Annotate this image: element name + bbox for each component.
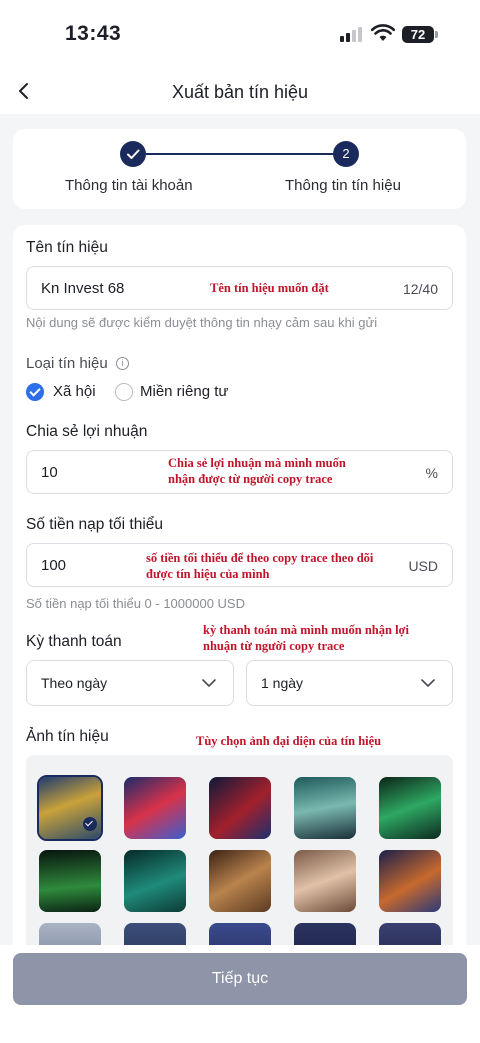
cellular-signal-icon: [340, 27, 362, 42]
profit-share-suffix: %: [425, 465, 438, 481]
signal-name-hint: Nội dung sẽ được kiểm duyệt thông tin nh…: [26, 315, 378, 330]
avatar-option[interactable]: [209, 850, 271, 912]
min-deposit-annotation: số tiền tối thiểu để theo copy trace the…: [146, 550, 373, 582]
step-2-label: Thông tin tín hiệu: [285, 177, 401, 194]
radio-social-label[interactable]: Xã hội: [53, 383, 96, 400]
min-deposit-hint: Số tiền nạp tối thiểu 0 - 1000000 USD: [26, 596, 245, 611]
info-icon[interactable]: i: [116, 357, 129, 370]
avatar-option[interactable]: [379, 850, 441, 912]
profit-share-label: Chia sẻ lợi nhuận: [26, 423, 148, 440]
avatar-option[interactable]: [294, 923, 356, 945]
step-1-label: Thông tin tài khoản: [65, 177, 193, 194]
period-interval-value: 1 ngày: [261, 675, 304, 691]
payment-period-annotation: kỳ thanh toán mà mình muốn nhận lợi nhuậ…: [203, 622, 409, 654]
page-title: Xuất bản tín hiệu: [171, 82, 309, 102]
payment-period-annotation-line2: nhuận từ người copy trace: [203, 639, 345, 653]
chevron-down-icon: [202, 679, 216, 687]
signal-name-value: Kn Invest 68: [41, 280, 125, 297]
progress-stepper: 2 Thông tin tài khoản Thông tin tín hiệu: [13, 129, 466, 209]
profit-share-value: 10: [41, 464, 58, 481]
min-deposit-annotation-line2: được tín hiệu của mình: [146, 567, 270, 581]
signal-name-annotation: Tên tín hiệu muốn đặt: [210, 281, 329, 295]
profit-share-annotation: Chia sẻ lợi nhuận mà mình muốn nhận được…: [168, 455, 346, 487]
avatar-option[interactable]: [294, 850, 356, 912]
payment-period-label: Kỳ thanh toán: [26, 633, 122, 650]
avatar-gallery: [26, 755, 453, 945]
min-deposit-value: 100: [41, 557, 67, 574]
avatar-option[interactable]: [39, 923, 101, 945]
profit-share-annotation-line2: nhận được từ người copy trace: [168, 472, 333, 486]
battery-icon: 72: [402, 26, 438, 43]
signal-name-label: Tên tín hiệu: [26, 239, 108, 256]
radio-private-label[interactable]: Miền riêng tư: [140, 383, 228, 400]
step-connector: [146, 153, 346, 155]
avatar-option[interactable]: [379, 777, 441, 839]
continue-button[interactable]: Tiếp tục: [13, 953, 467, 1005]
avatar-option[interactable]: [39, 850, 101, 912]
avatar-option[interactable]: [294, 777, 356, 839]
step-1-check-icon: [120, 141, 146, 167]
status-time: 13:43: [65, 22, 122, 45]
signal-name-counter: 12/40: [402, 281, 438, 297]
avatar-option[interactable]: [124, 850, 186, 912]
radio-private[interactable]: [115, 383, 133, 401]
radio-social[interactable]: [26, 383, 44, 401]
period-type-select[interactable]: Theo ngày: [26, 660, 234, 706]
status-bar: 13:43 72: [0, 0, 480, 70]
min-deposit-label: Số tiền nạp tối thiểu: [26, 516, 164, 533]
avatar-option[interactable]: [209, 777, 271, 839]
chevron-down-icon: [421, 679, 435, 687]
nav-bar: Xuất bản tín hiệu: [0, 70, 480, 114]
min-deposit-suffix: USD: [408, 558, 438, 574]
step-2-number: 2: [333, 141, 359, 167]
bottom-action-bar: Tiếp tục: [0, 945, 480, 1043]
avatar-option[interactable]: [379, 923, 441, 945]
wifi-icon: [371, 24, 395, 41]
avatar-option[interactable]: [124, 777, 186, 839]
selected-check-icon: [83, 817, 97, 831]
signal-image-label: Ảnh tín hiệu: [26, 728, 109, 745]
period-interval-select[interactable]: 1 ngày: [246, 660, 453, 706]
profit-share-annotation-line1: Chia sẻ lợi nhuận mà mình muốn: [168, 456, 346, 470]
signal-form: Tên tín hiệu Kn Invest 68 12/40 Tên tín …: [13, 225, 466, 945]
avatar-option[interactable]: [209, 923, 271, 945]
avatar-option[interactable]: [124, 923, 186, 945]
min-deposit-annotation-line1: số tiền tối thiểu để theo copy trace the…: [146, 551, 374, 565]
signal-type-label: Loại tín hiệu: [26, 355, 108, 372]
payment-period-annotation-line1: kỳ thanh toán mà mình muốn nhận lợi: [203, 623, 409, 637]
avatar-option[interactable]: [37, 775, 103, 841]
signal-image-annotation: Tùy chọn ảnh đại diện của tín hiệu: [196, 734, 382, 748]
period-type-value: Theo ngày: [41, 675, 108, 691]
